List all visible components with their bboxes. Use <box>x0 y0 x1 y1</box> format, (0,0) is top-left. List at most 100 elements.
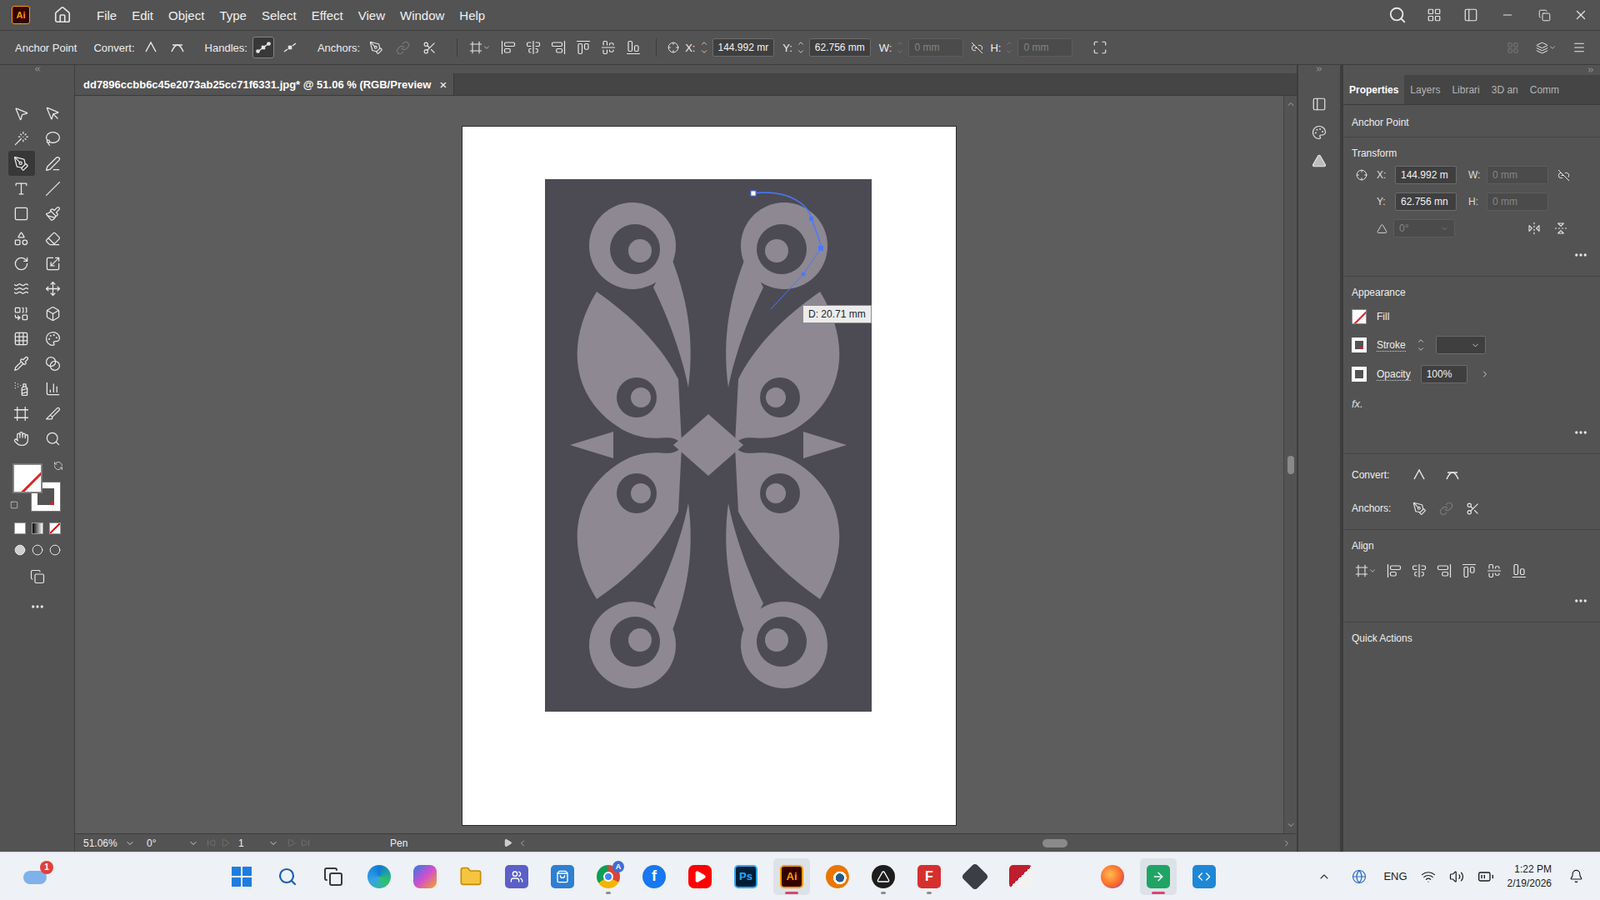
menu-item[interactable]: View <box>351 5 392 26</box>
taskbar-app[interactable] <box>315 858 352 895</box>
taskbar-app[interactable] <box>956 858 994 895</box>
default-fill-stroke[interactable] <box>10 497 19 513</box>
align-middle-button[interactable] <box>1483 560 1505 582</box>
opacity-slider-button[interactable] <box>1477 363 1493 385</box>
lasso-tool[interactable] <box>40 125 67 151</box>
panel-collapse[interactable] <box>1343 65 1600 75</box>
arrange-button[interactable] <box>1501 36 1524 59</box>
reference-point-button[interactable] <box>665 36 682 59</box>
panel-tab[interactable]: Properties <box>1343 75 1405 105</box>
eyedropper-tool[interactable] <box>8 350 35 376</box>
panel-tab[interactable]: Comm <box>1524 75 1565 105</box>
menu-item[interactable]: Object <box>161 5 211 26</box>
handles-button[interactable] <box>252 36 275 59</box>
menu-item[interactable]: Type <box>212 5 254 26</box>
weather-widget[interactable]: 1 <box>0 864 224 890</box>
convert-smooth-button[interactable] <box>166 36 189 59</box>
taskbar-app[interactable] <box>865 858 902 895</box>
convert-smooth-button[interactable] <box>1441 464 1464 486</box>
show-hidden-icons[interactable] <box>1313 865 1335 888</box>
x-stepper[interactable] <box>699 38 710 57</box>
fill-swatch[interactable] <box>1351 309 1367 325</box>
align-left-button[interactable] <box>1383 560 1405 582</box>
taskbar-app[interactable] <box>1185 858 1223 895</box>
selection-tool[interactable] <box>8 100 35 126</box>
taskbar-app[interactable] <box>269 858 306 895</box>
document-tab[interactable]: dd7896ccbb6c45e2073ab25cc71f6331.jpg* @ … <box>75 73 455 95</box>
x-field[interactable]: 144.992 mr <box>712 38 775 57</box>
gradient-panel-button[interactable] <box>1306 150 1332 172</box>
fill-swatch[interactable] <box>13 464 42 493</box>
effects-button[interactable]: fx. <box>1351 397 1364 410</box>
rectangle-tool[interactable] <box>8 200 35 226</box>
flip-vertical-button[interactable] <box>1550 217 1572 240</box>
anchor-button[interactable] <box>1408 497 1430 520</box>
none-mode[interactable] <box>49 522 61 535</box>
hand-tool[interactable] <box>8 425 35 451</box>
zoom-field[interactable]: 51.06% <box>80 837 139 850</box>
stroke-label[interactable]: Stroke <box>1376 339 1406 352</box>
align-center-button[interactable] <box>522 36 545 59</box>
shape-builder-tool[interactable] <box>8 300 35 326</box>
y-stepper[interactable] <box>795 38 806 57</box>
graph-tool[interactable] <box>40 375 67 401</box>
more-transform-button[interactable] <box>1570 244 1592 266</box>
y-field[interactable]: 62.756 mm <box>809 38 871 57</box>
color-panel-button[interactable] <box>1306 121 1332 144</box>
align-top-button[interactable] <box>572 36 595 59</box>
artboard-tool[interactable] <box>8 400 35 426</box>
handles-button[interactable] <box>279 36 301 59</box>
scroll-thumb[interactable] <box>1287 455 1295 475</box>
taskbar-app[interactable] <box>1094 858 1131 895</box>
blend-tool[interactable] <box>40 350 67 376</box>
menu-item[interactable]: Help <box>452 5 492 26</box>
anchor-button[interactable] <box>418 36 440 59</box>
stroke-swatch[interactable] <box>1351 337 1367 353</box>
width-tool[interactable] <box>8 275 35 301</box>
notifications-button[interactable] <box>1565 865 1587 888</box>
taskbar-app[interactable]: F <box>910 858 948 895</box>
taskbar-app[interactable] <box>681 858 719 895</box>
align-top-button[interactable] <box>1458 560 1480 582</box>
perspective-tool[interactable] <box>40 300 67 326</box>
paintbrush-tool[interactable] <box>40 200 67 226</box>
transform-options-button[interactable] <box>1531 36 1560 59</box>
taskbar-app[interactable] <box>498 858 535 895</box>
home-button[interactable] <box>51 4 74 26</box>
scroll-thumb[interactable] <box>1042 839 1068 848</box>
close-button[interactable] <box>1570 4 1592 26</box>
stroke-weight-field[interactable] <box>1435 335 1486 355</box>
input-language[interactable]: ENG <box>1383 870 1407 883</box>
control-bar-menu[interactable] <box>1568 36 1590 59</box>
more-align-button[interactable] <box>1570 590 1592 612</box>
properties-panel-button[interactable] <box>1306 93 1332 115</box>
flip-horizontal-button[interactable] <box>1523 217 1545 240</box>
align-left-button[interactable] <box>497 36 520 59</box>
free-transform-tool[interactable] <box>40 275 67 301</box>
minimize-button[interactable] <box>1496 4 1519 26</box>
convert-corner-button[interactable] <box>140 36 162 59</box>
align-to-dropdown[interactable] <box>465 36 495 59</box>
close-tab-button[interactable]: × <box>439 77 447 92</box>
type-tool[interactable] <box>8 175 35 201</box>
strip-collapse[interactable] <box>1310 65 1329 74</box>
menu-item[interactable]: File <box>90 5 124 26</box>
search-button[interactable] <box>1386 4 1409 26</box>
taskbar-app[interactable] <box>406 858 444 895</box>
taskbar-app[interactable] <box>452 858 490 895</box>
menu-item[interactable]: Window <box>393 5 451 26</box>
line-tool[interactable] <box>40 175 67 201</box>
align-center-button[interactable] <box>1408 560 1430 582</box>
menu-item[interactable]: Effect <box>305 5 350 26</box>
isolate-button[interactable] <box>1087 36 1113 59</box>
opacity-label[interactable]: Opacity <box>1376 368 1411 381</box>
taskbar-app[interactable] <box>360 858 398 895</box>
slice-tool[interactable] <box>40 400 67 426</box>
taskbar-app[interactable] <box>544 858 581 895</box>
gradient-tool[interactable] <box>40 325 67 351</box>
vertical-scrollbar[interactable] <box>1283 95 1297 834</box>
y-field[interactable]: 62.756 mn <box>1395 192 1457 211</box>
align-middle-button[interactable] <box>597 36 620 59</box>
zoom-tool[interactable] <box>40 425 67 451</box>
tools-collapse[interactable] <box>28 65 47 74</box>
